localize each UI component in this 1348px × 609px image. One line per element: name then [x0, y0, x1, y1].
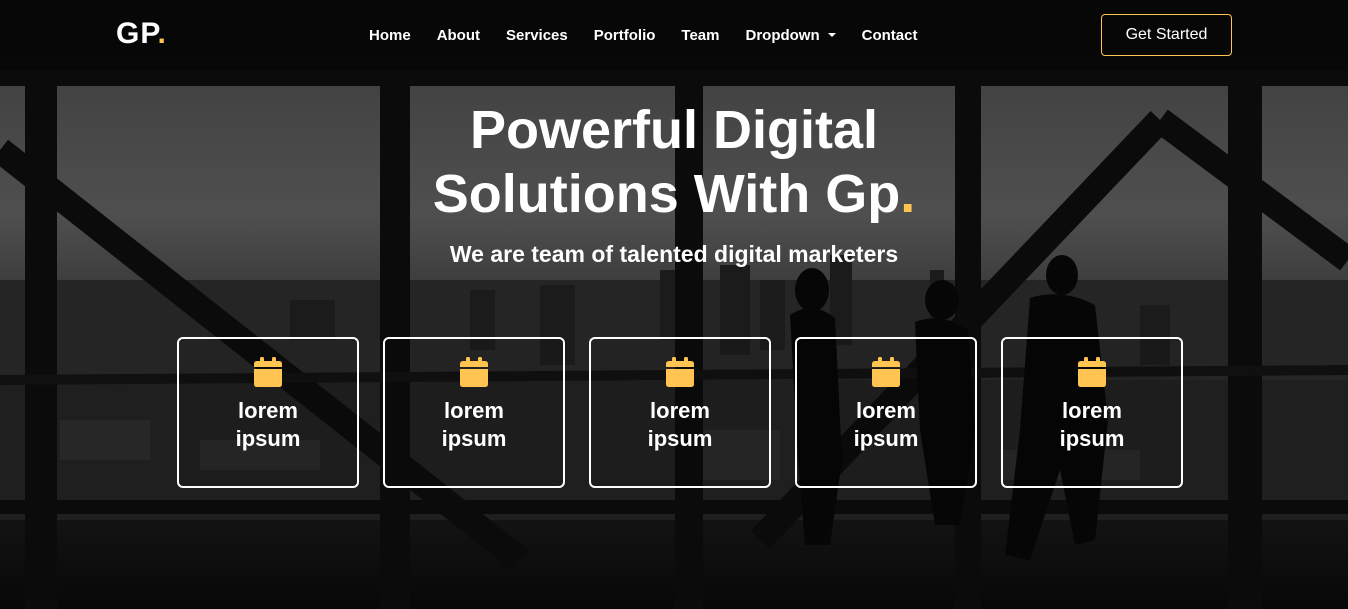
nav-item-contact[interactable]: Contact [862, 27, 918, 44]
nav-item-home[interactable]: Home [369, 27, 411, 44]
calendar-icon [254, 357, 282, 387]
nav-item-about[interactable]: About [437, 27, 480, 44]
nav-item-services[interactable]: Services [506, 27, 568, 44]
hero-title-dot: . [900, 164, 916, 224]
caret-down-icon [827, 33, 836, 37]
site-logo[interactable]: GP. [116, 17, 167, 51]
nav-item-dropdown[interactable]: Dropdown [745, 26, 836, 44]
hero-subtitle: We are team of talented digital marketer… [449, 241, 899, 267]
feature-box-title: lorem ipsum [1059, 398, 1125, 451]
nav-item-team[interactable]: Team [681, 27, 719, 44]
feature-box-title: lorem ipsum [647, 398, 713, 451]
main-nav: Home About Services Portfolio Team Dropd… [356, 0, 930, 70]
feature-box[interactable]: lorem ipsum [795, 337, 977, 488]
feature-box-title: lorem ipsum [235, 398, 301, 451]
feature-box[interactable]: lorem ipsum [383, 337, 565, 488]
nav-item-dropdown-label: Dropdown [745, 26, 820, 44]
hero-title-line1: Powerful Digital [469, 100, 879, 160]
hero-title: Powerful Digital Solutions With Gp. [0, 98, 1348, 226]
hero-background-image [0, 0, 1348, 609]
get-started-button[interactable]: Get Started [1101, 14, 1232, 56]
feature-box[interactable]: lorem ipsum [1001, 337, 1183, 488]
calendar-icon [872, 357, 900, 387]
logo-text: GP [116, 17, 158, 50]
calendar-icon [460, 357, 488, 387]
site-header: GP. Home About Services Portfolio Team D… [0, 0, 1348, 70]
nav-item-portfolio[interactable]: Portfolio [594, 27, 656, 44]
calendar-icon [1078, 357, 1106, 387]
feature-boxes: lorem ipsum lorem ipsum lorem ipsum lore… [177, 337, 1183, 488]
feature-box[interactable]: lorem ipsum [177, 337, 359, 488]
feature-box-title: lorem ipsum [441, 398, 507, 451]
feature-box[interactable]: lorem ipsum [589, 337, 771, 488]
logo-dot: . [157, 17, 167, 50]
feature-box-title: lorem ipsum [853, 398, 919, 451]
calendar-icon [666, 357, 694, 387]
hero-title-line2: Solutions With Gp [432, 164, 901, 224]
